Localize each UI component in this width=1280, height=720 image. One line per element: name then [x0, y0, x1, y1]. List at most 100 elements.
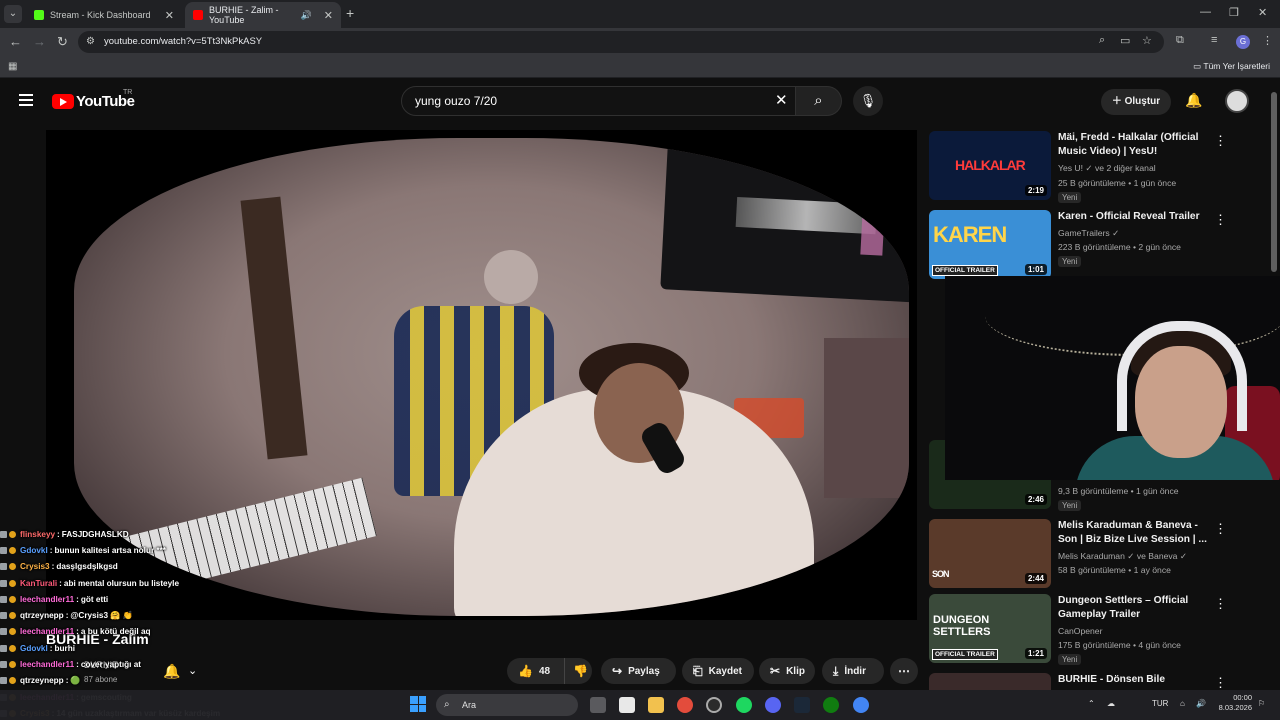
more-options-icon[interactable]: ⋮ [1214, 133, 1227, 149]
bookmark-icon: ⎗ [693, 663, 703, 678]
video-title[interactable]: BURHIE - Dönsen Bile [1058, 673, 1208, 687]
onedrive-icon[interactable]: ☁ [1107, 699, 1115, 708]
recommendation-item[interactable]: BURHIE - Dönsen Bile ⋮ [929, 673, 1259, 690]
chat-username[interactable]: leechandler11 [20, 660, 74, 669]
video-thumbnail[interactable]: DUNGEON SETTLERS OFFICIAL TRAILER 1:21 [929, 594, 1051, 663]
video-title[interactable]: Melis Karaduman & Baneva - Son | Biz Biz… [1058, 519, 1208, 547]
menu-hamburger-icon[interactable] [19, 94, 33, 109]
chat-badge-icon [9, 612, 16, 620]
search-button[interactable]: ⌕ [796, 86, 842, 116]
back-arrow-icon[interactable]: ← [9, 34, 22, 49]
video-title[interactable]: Mäi, Fredd - Halkalar (Official Music Vi… [1058, 131, 1208, 159]
notifications-bell-icon[interactable]: 🔔 [1185, 92, 1202, 109]
media-control-icon[interactable]: ≡ [1211, 34, 1217, 46]
new-tab-button[interactable]: + [346, 5, 354, 21]
recommendation-item[interactable]: KAREN OFFICIAL TRAILER 1:01 Karen - Offi… [929, 210, 1259, 282]
search-input[interactable]: yung ouzo 7/20 [401, 86, 796, 116]
xbox-icon[interactable] [823, 697, 839, 713]
discord-icon[interactable] [765, 697, 781, 713]
zoom-icon[interactable]: ⌕ [1099, 34, 1105, 47]
tab-search-button[interactable]: ⌄ [4, 5, 22, 23]
browser-menu-icon[interactable]: ⋮ [1262, 34, 1273, 47]
chat-username[interactable]: Crysis3 [20, 562, 50, 571]
chat-message: qtrzeynepp : @Crysis3 🤗 👏 [0, 607, 300, 623]
steam-icon[interactable] [794, 697, 810, 713]
clip-button[interactable]: ✂ Klip [759, 658, 815, 684]
account-avatar[interactable] [1225, 89, 1249, 113]
video-thumbnail[interactable]: SON 2:44 [929, 519, 1051, 588]
create-button[interactable]: ＋ Oluştur [1101, 89, 1171, 115]
download-button[interactable]: ⤓ İndir [822, 658, 884, 684]
reload-icon[interactable]: ↻ [57, 34, 68, 50]
bookmark-star-icon[interactable]: ☆ [1142, 34, 1152, 47]
channel-name[interactable]: CanOpener [1058, 626, 1102, 636]
more-options-icon[interactable]: ⋮ [1214, 596, 1227, 612]
chat-username[interactable]: leechandler11 [20, 595, 74, 604]
network-icon[interactable]: ⌂ [1180, 699, 1185, 708]
video-thumbnail[interactable]: HALKALAR 2:19 [929, 131, 1051, 200]
channel-name[interactable]: Melis Karaduman ✓ ve Baneva ✓ [1058, 551, 1187, 562]
youtube-logo-icon[interactable] [52, 94, 74, 109]
more-options-icon[interactable]: ⋮ [1214, 212, 1227, 228]
tab-title: Stream - Kick Dashboard [50, 10, 151, 20]
tab-youtube-video[interactable]: BURHIE - Zalim - YouTube 🔊 ✕ [185, 2, 341, 28]
taskbar-clock[interactable]: 00:00 8.03.2026 [1216, 693, 1252, 713]
cast-icon[interactable]: ▭ [1120, 34, 1130, 47]
audio-playing-icon[interactable]: 🔊 [301, 10, 312, 21]
video-title[interactable]: Dungeon Settlers – Official Gameplay Tra… [1058, 594, 1208, 622]
taskbar-search[interactable]: ⌕ Ara [436, 694, 578, 716]
start-button[interactable] [410, 696, 426, 712]
more-options-icon[interactable]: ⋮ [1214, 521, 1227, 537]
chat-username[interactable]: leechandler11 [20, 627, 74, 636]
close-window-icon[interactable]: ✕ [1258, 6, 1267, 19]
volume-icon[interactable]: 🔊 [1196, 699, 1206, 708]
restore-icon[interactable]: ❐ [1229, 6, 1239, 19]
all-bookmarks-button[interactable]: ▭ Tüm Yer İşaretleri [1193, 61, 1270, 72]
chrome-active-icon[interactable] [853, 697, 869, 713]
chat-username[interactable]: qtrzeynepp [20, 611, 64, 620]
address-bar[interactable]: ⚙ youtube.com/watch?v=5Tt3NkPkASY [78, 31, 1164, 53]
profile-avatar[interactable]: G [1236, 35, 1250, 49]
store-app-icon[interactable] [619, 697, 635, 713]
page-scrollbar[interactable] [1271, 92, 1277, 272]
recommendation-item[interactable]: DUNGEON SETTLERS OFFICIAL TRAILER 1:21 D… [929, 594, 1259, 666]
chat-message: qtrzeynepp : 🟢 [0, 673, 300, 689]
chat-username[interactable]: flinskeyy [20, 530, 55, 539]
channel-name[interactable]: GameTrailers ✓ [1058, 228, 1119, 239]
minimize-icon[interactable]: — [1200, 6, 1211, 18]
close-tab-icon[interactable]: ✕ [165, 9, 174, 22]
clear-search-icon[interactable]: ✕ [775, 91, 788, 109]
site-info-icon[interactable]: ⚙ [86, 37, 95, 47]
channel-name[interactable]: Yes U! ✓ ve 2 diğer kanal [1058, 163, 1156, 174]
recommendation-item[interactable]: HALKALAR 2:19 Mäi, Fredd - Halkalar (Off… [929, 131, 1259, 203]
chrome-icon[interactable] [677, 697, 693, 713]
chat-username[interactable]: Gdovkl [20, 546, 48, 555]
forward-arrow-icon[interactable]: → [33, 34, 46, 49]
extensions-icon[interactable]: ⧉ [1176, 34, 1184, 47]
tray-overflow-icon[interactable]: ⌃ [1088, 699, 1095, 708]
task-view-icon[interactable] [590, 697, 606, 713]
obs-icon[interactable] [706, 697, 722, 713]
close-tab-icon[interactable]: ✕ [324, 9, 333, 22]
chat-username[interactable]: KanTurali [20, 579, 57, 588]
video-title[interactable]: Karen - Official Reveal Trailer [1058, 210, 1208, 224]
save-button[interactable]: ⎗ Kaydet [682, 658, 754, 684]
language-indicator[interactable]: TUR [1152, 699, 1168, 708]
more-options-icon[interactable]: ⋮ [1214, 675, 1227, 690]
more-actions-button[interactable]: ⋯ [890, 658, 918, 684]
spotify-icon[interactable] [736, 697, 752, 713]
tab-kick-dashboard[interactable]: Stream - Kick Dashboard ✕ [26, 2, 182, 28]
share-button[interactable]: ↪ Paylaş [601, 658, 676, 684]
download-label: İndir [844, 665, 866, 677]
voice-search-mic-icon[interactable]: 🎙 [853, 86, 883, 116]
apps-grid-icon[interactable]: ▦ [8, 61, 17, 72]
like-button[interactable]: 👍 48 [507, 658, 564, 684]
notification-center-icon[interactable]: ⚐ [1258, 699, 1265, 708]
chat-username[interactable]: Gdovkl [20, 644, 48, 653]
recommendation-item[interactable]: SON 2:44 Melis Karaduman & Baneva - Son … [929, 519, 1259, 591]
video-thumbnail[interactable]: KAREN OFFICIAL TRAILER 1:01 [929, 210, 1051, 279]
dislike-button[interactable]: 👎 [564, 658, 592, 684]
chat-username[interactable]: qtrzeynepp [20, 676, 64, 685]
file-explorer-icon[interactable] [648, 697, 664, 713]
video-thumbnail[interactable] [929, 673, 1051, 690]
